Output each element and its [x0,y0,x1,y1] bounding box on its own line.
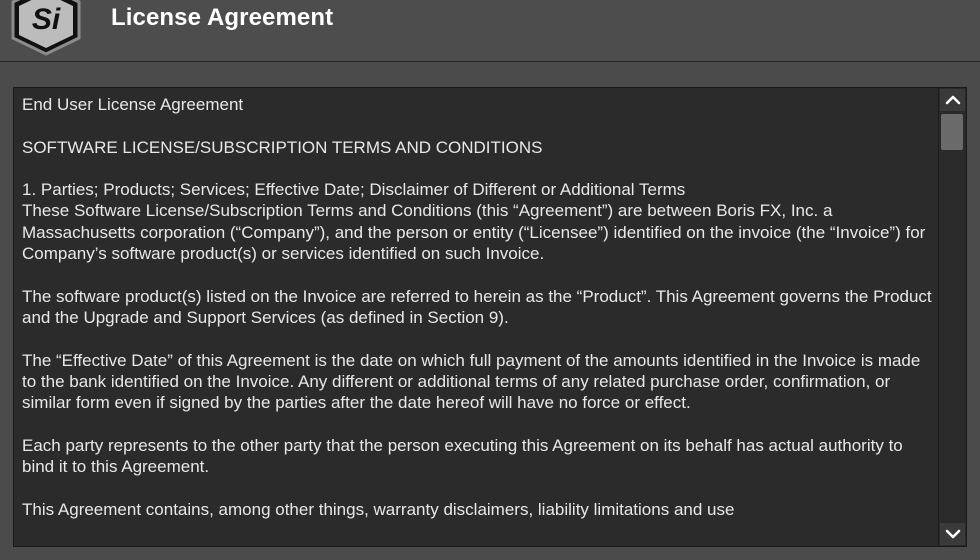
license-paragraph: The software product(s) listed on the In… [22,286,932,327]
license-paragraph: End User License Agreement [22,95,244,114]
app-logo-icon: Si [11,0,81,56]
dialog-header: Si License Agreement [0,0,980,62]
scroll-up-button[interactable] [940,89,965,111]
dialog-title: License Agreement [111,4,334,31]
license-text: End User License Agreement SOFTWARE LICE… [22,94,937,541]
license-paragraph: Each party represents to the other party… [22,435,903,477]
license-paragraph: 1. Parties; Products; Services; Effectiv… [22,180,926,264]
license-window: Si License Agreement End User License Ag… [0,0,980,560]
vertical-scrollbar[interactable] [938,88,966,546]
license-paragraph: The “Effective Date” of this Agreement i… [22,350,921,413]
chevron-down-icon [945,529,960,539]
chevron-up-icon [945,95,960,105]
scroll-down-button[interactable] [940,523,965,545]
license-paragraph: This Agreement contains, among other thi… [22,499,735,519]
scroll-thumb[interactable] [941,114,963,150]
logo-text: Si [32,3,61,36]
license-text-area[interactable]: End User License Agreement SOFTWARE LICE… [13,87,967,547]
license-paragraph: SOFTWARE LICENSE/SUBSCRIPTION TERMS AND … [22,137,543,157]
